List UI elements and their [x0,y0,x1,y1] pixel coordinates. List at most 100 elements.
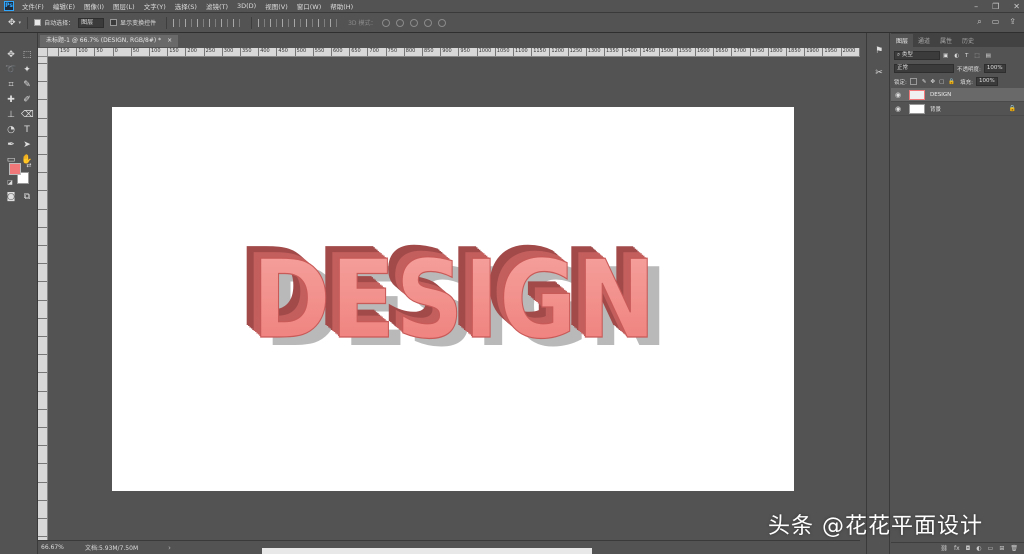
share-icon[interactable]: ⇪ [1009,17,1016,27]
chevron-down-icon[interactable]: ▾ [19,20,22,26]
eye-icon[interactable]: ◉ [895,91,905,99]
align-hcenter-icon[interactable] [221,18,229,27]
menu-view[interactable]: 视图(V) [265,1,288,11]
menu-window[interactable]: 窗口(W) [297,1,322,11]
filter-smart-icon[interactable]: ▤ [986,53,991,59]
tab-channels[interactable]: 通道 [913,34,935,47]
menu-select[interactable]: 选择(S) [175,1,197,11]
align-bottom-icon[interactable] [197,18,205,27]
layer-kind-filter[interactable]: ⌕ 类型 [894,51,940,60]
pen-tool-icon[interactable]: ✒ [5,139,17,151]
default-colors-icon[interactable]: ◪ [4,177,16,189]
horizontal-scrollbar[interactable] [262,548,592,554]
adjustments-panel-icon[interactable]: ⚑ [873,45,885,57]
tab-properties[interactable]: 属性 [935,34,957,47]
fill-input[interactable]: 100% [976,77,998,86]
filter-adjust-icon[interactable]: ◐ [954,53,959,59]
menu-help[interactable]: 帮助(H) [330,1,353,11]
horizontal-ruler[interactable]: 150 100 50 0 50 100 150 200 250 300 350 400 450 500 55… [48,48,860,57]
pan-3d-icon[interactable] [410,18,419,27]
distribute-bottom-icon[interactable] [282,18,290,27]
adjustment-layer-icon[interactable]: ◐ [976,545,981,552]
menu-3d[interactable]: 3D(D) [237,2,256,10]
distribute-hcenter-icon[interactable] [306,18,314,27]
close-window-icon[interactable]: ✕ [1013,2,1020,11]
foreground-color-swatch[interactable] [9,163,21,175]
distribute-right-icon[interactable] [318,18,326,27]
vertical-ruler[interactable] [38,57,48,540]
filter-type-icon[interactable]: T [965,53,968,59]
auto-align-icon[interactable] [330,18,338,27]
path-selection-tool-icon[interactable]: ➤ [21,139,33,151]
align-left-icon[interactable] [209,18,217,27]
filter-pixel-icon[interactable]: ▣ [943,53,948,59]
lasso-tool-icon[interactable]: ➰ [5,64,17,76]
document-workspace[interactable]: DESIGN DESIGN DESIGN DESIGN DESIGN DESIGN DES… [48,57,860,540]
stamp-tool-icon[interactable]: ⊥ [5,109,17,121]
slide-3d-icon[interactable] [424,18,433,27]
menu-image[interactable]: 图像(I) [84,1,104,11]
type-tool-icon[interactable]: T [21,124,33,136]
move-tool-icon[interactable]: ✥ [5,49,17,61]
layer-row-background[interactable]: ◉ 背景 🔒 [891,102,1024,116]
lock-transparent-icon[interactable] [909,78,917,85]
distribute-left-icon[interactable] [294,18,302,27]
orbit-3d-icon[interactable] [382,18,391,27]
eye-icon[interactable]: ◉ [895,105,905,113]
tab-history[interactable]: 历史 [957,34,979,47]
scale-3d-icon[interactable] [438,18,447,27]
ruler-origin[interactable] [38,48,48,57]
brush-tool-icon[interactable]: ✐ [21,94,33,106]
auto-select-checkbox[interactable] [34,19,42,26]
menu-file[interactable]: 文件(F) [22,1,44,11]
new-group-icon[interactable]: ▭ [988,545,994,552]
align-right-icon[interactable] [233,18,241,27]
filter-shape-icon[interactable]: ⬚ [974,53,979,59]
layer-style-icon[interactable]: fx [954,545,960,552]
magic-wand-tool-icon[interactable]: ✦ [21,64,33,76]
dodge-tool-icon[interactable]: ◔ [5,124,17,136]
restore-icon[interactable]: ❐ [992,2,999,11]
tab-layers[interactable]: 图层 [891,34,914,47]
auto-select-dropdown[interactable]: 图层 [78,17,105,28]
lock-artboard-icon[interactable]: ▢ [939,79,944,85]
status-menu-icon[interactable]: › [168,544,171,552]
swap-colors-icon[interactable]: ⇄ [23,160,35,172]
marquee-tool-icon[interactable]: ⬚ [21,49,33,61]
eyedropper-tool-icon[interactable]: ✎ [21,79,33,91]
menu-filter[interactable]: 滤镜(T) [206,1,228,11]
document-tab[interactable]: 未标题-1 @ 66.7% (DESIGN, RGB/8#) * × [40,35,179,47]
roll-3d-icon[interactable] [396,18,405,27]
delete-layer-icon[interactable]: 🗑 [1010,545,1018,552]
zoom-level[interactable]: 66.67% [41,544,77,551]
menu-type[interactable]: 文字(Y) [144,1,166,11]
lock-position-icon[interactable]: ✥ [930,79,935,85]
quick-mask-icon[interactable]: ◙ [5,191,17,203]
close-tab-icon[interactable]: × [167,37,172,44]
tool-presets-panel-icon[interactable]: ✂ [873,67,885,79]
workspace-icon[interactable]: ▭ [992,17,1000,27]
lock-pixels-icon[interactable]: ✎ [922,79,927,85]
search-icon[interactable]: ⌕ [977,17,981,27]
healing-brush-tool-icon[interactable]: ✚ [5,94,17,106]
align-vcenter-icon[interactable] [185,18,193,27]
show-transform-checkbox[interactable] [110,19,118,26]
lock-all-icon[interactable]: 🔒 [948,79,955,85]
minimize-icon[interactable]: – [974,2,978,11]
eraser-tool-icon[interactable]: ⌫ [21,109,34,121]
document-canvas[interactable]: DESIGN DESIGN DESIGN DESIGN DESIGN DESIGN DES… [112,107,794,491]
layer-row-design[interactable]: ◉ DESIGN [891,88,1024,102]
link-layers-icon[interactable]: ⛓ [940,545,948,552]
move-tool-icon[interactable]: ✥ [8,18,16,28]
opacity-input[interactable]: 100% [983,64,1006,73]
align-top-icon[interactable] [173,18,181,27]
add-mask-icon[interactable]: ◘ [966,545,971,552]
distribute-vcenter-icon[interactable] [270,18,278,27]
menu-edit[interactable]: 编辑(E) [53,1,75,11]
screen-mode-icon[interactable]: ⧉ [21,191,33,203]
menu-layer[interactable]: 图层(L) [113,1,135,11]
new-layer-icon[interactable]: ⊞ [999,545,1004,552]
blend-mode-select[interactable]: 正常 [894,64,954,73]
crop-tool-icon[interactable]: ⌗ [5,79,17,91]
distribute-top-icon[interactable] [258,18,266,27]
